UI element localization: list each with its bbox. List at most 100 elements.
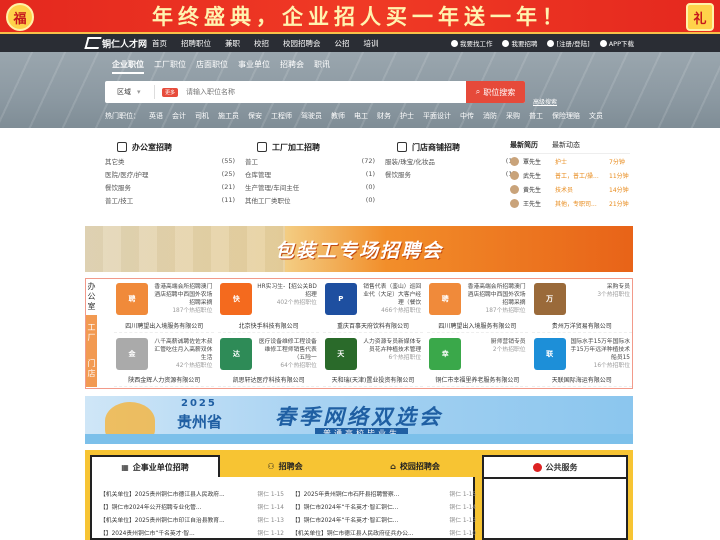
list-item-date: 铜仁 1-12 <box>257 531 284 537</box>
list-item[interactable]: 【】2025年贵州铜仁市石阡县招聘警察... 铜仁 1-15 <box>292 487 476 500</box>
tab-enterprise-recruit[interactable]: ▦ 企事业单位招聘 <box>90 455 220 477</box>
side-tab-store[interactable]: 门店 <box>86 351 97 387</box>
tab-institution[interactable]: 事业单位 <box>238 59 270 74</box>
category-title[interactable]: 办公室招聘 <box>117 140 235 154</box>
tab-store-jobs[interactable]: 店面职位 <box>196 59 228 74</box>
nav-jobs[interactable]: 招聘职位 <box>181 38 211 49</box>
hot-job-link[interactable]: 司机 <box>195 111 209 121</box>
employer-card[interactable]: 聘香港高端会所招聘澳门酒店招聘中西国外农场招聘采摘 187个热招职位 四川聘望出入境… <box>427 281 528 333</box>
nav-home[interactable]: 首页 <box>152 38 167 49</box>
employer-card[interactable]: P 销售代表（銮山）巡回业代（大足）大客户经理（餐饮 466个热招职位 重庆百事天府饮… <box>322 281 424 333</box>
list-item[interactable]: 【机关单位】铜仁市德江县人民政府征兵办公... 铜仁 1-10 <box>292 526 476 539</box>
region-select[interactable]: 区域 ▾ <box>105 85 155 99</box>
resume-job: 护士 <box>555 158 568 166</box>
list-item[interactable]: 【】铜仁市2024年“千名英才·智汇铜仁... 铜仁 1-14 <box>292 500 476 513</box>
list-item[interactable]: 【机关单位】2025贵州铜仁市德江县人民政府... 铜仁 1-15 <box>100 487 284 500</box>
hot-job-link[interactable]: 采购 <box>506 111 520 121</box>
tab-company-jobs[interactable]: 企业职位 <box>112 59 144 74</box>
hot-job-link[interactable]: 消防 <box>483 111 497 121</box>
hot-job-link[interactable]: 教师 <box>331 111 345 121</box>
category-label: 普工 <box>245 157 258 166</box>
hot-job-link[interactable]: 平面设计 <box>423 111 451 121</box>
tab-latest-updates[interactable]: 最新动态 <box>552 140 580 153</box>
nav-campus-fair[interactable]: 校园招聘会 <box>283 38 321 49</box>
hot-job-link[interactable]: 文员 <box>589 111 603 121</box>
resume-row[interactable]: 武先生 普工，普工/操... 11分钟 <box>510 168 630 182</box>
banner-province: 贵州省 <box>177 413 223 431</box>
category-title[interactable]: 工厂加工招聘 <box>257 140 375 154</box>
category-item[interactable]: 其他工厂类职位 (0) <box>245 193 375 206</box>
category-count: (21) <box>221 182 235 191</box>
employer-card[interactable]: 天人力资源专员新媒体专员花卉种植技术管理 6个热招职位 天和瑞(天津)置业投资有限公… <box>322 336 424 387</box>
hot-job-link[interactable]: 保险理赔 <box>552 111 580 121</box>
promo-banner[interactable]: 福 年终盛典，企业招人买一年送一年！ 礼 <box>0 0 720 34</box>
public-service-title[interactable]: 公共服务 <box>484 457 626 479</box>
hot-job-link[interactable]: 电工 <box>354 111 368 121</box>
category-item[interactable]: 生产管理/车间主任 (0) <box>245 180 375 193</box>
employer-card[interactable]: 联国际水手15万年国际水手15万年远洋种植技术船员15 16个热招职位 天联国际海运… <box>531 336 632 387</box>
more-badge[interactable]: 更多 <box>162 87 179 97</box>
hot-job-link[interactable]: 英语 <box>149 111 163 121</box>
tab-factory-jobs[interactable]: 工厂职位 <box>154 59 186 74</box>
category-item[interactable]: 仓库管理 (1) <box>245 167 375 180</box>
category-item[interactable]: 服装/珠宝/化妆品(1) <box>385 154 515 167</box>
site-logo[interactable]: 铜仁人才网 <box>84 34 147 52</box>
packaging-fair-banner[interactable]: 包装工专场招聘会 <box>85 226 633 272</box>
nav-campus[interactable]: 校招 <box>254 38 269 49</box>
nav-parttime[interactable]: 兼职 <box>225 38 240 49</box>
list-item[interactable]: 【】2024贵州铜仁市“千名英才·智... 铜仁 1-12 <box>100 526 284 539</box>
employer-card[interactable]: 聘香港高端会所招聘澳门酒店招聘中西国外农场招聘采摘 187个热招职位 四川聘望出入境… <box>114 281 215 333</box>
hot-job-link[interactable]: 普工 <box>529 111 543 121</box>
employer-card[interactable]: 万 采购专员 3个热招职位 贵州万洋贸易有限公司 <box>531 281 632 333</box>
list-item[interactable]: 【】铜仁市2024年“千名英才·智汇铜仁... 铜仁 1-13 <box>292 513 476 526</box>
tab-latest-resumes[interactable]: 最新简历 <box>510 140 538 153</box>
category-label: 餐饮服务 <box>105 183 131 192</box>
category-item[interactable]: 医院/医疗/护理 (25) <box>105 167 235 180</box>
resume-row[interactable]: 覃先生 护士 7分钟 <box>510 154 630 168</box>
hot-job-link[interactable]: 驾驶员 <box>301 111 322 121</box>
employer-card[interactable]: 幸厨师营销专员 2个热招职位 铜仁市幸福里养老服务有限公司 <box>427 336 528 387</box>
employer-card[interactable]: 达医疗设备维修工程设备维修工程师销售代表（五险一 64个热招职位 凯思轩达医疗科技有… <box>218 336 319 387</box>
resume-row[interactable]: 黄先生 技术员 14分钟 <box>510 182 630 196</box>
search-input[interactable] <box>186 88 447 96</box>
employer-card[interactable]: 快 HR实习生-【招公关BD招理 402个热招职位 北京快手科技有限公司 <box>218 281 319 333</box>
hot-job-link[interactable]: 财务 <box>377 111 391 121</box>
list-item[interactable]: 【机关单位】2025贵州铜仁市印江自治县教育... 铜仁 1-13 <box>100 513 284 526</box>
nav-training[interactable]: 培训 <box>364 38 379 49</box>
list-item[interactable]: 【】铜仁市2024年公开招聘专业化管... 铜仁 1-14 <box>100 500 284 513</box>
hot-job-link[interactable]: 护士 <box>400 111 414 121</box>
search-button[interactable]: ⌕ 职位搜索 <box>466 81 525 103</box>
app-download-link[interactable]: APP下载 <box>599 38 634 48</box>
spring-fair-banner[interactable]: 2025 贵州省 春季网络双选会 普通高校毕业生 <box>85 396 633 444</box>
category-item[interactable]: 餐饮服务 (21) <box>105 180 235 193</box>
login-link[interactable]: [注册/登陆] <box>547 38 590 48</box>
tab-campus-fairs[interactable]: ⌂ 校园招聘会 <box>350 455 480 477</box>
hot-job-link[interactable]: 会计 <box>172 111 186 121</box>
hot-job-link[interactable]: 工程师 <box>271 111 292 121</box>
side-tab-factory[interactable]: 工厂 <box>86 315 97 351</box>
category-item[interactable]: 普工/技工 (11) <box>105 193 235 206</box>
employer-card[interactable]: 金八千高薪诚聘佐佐木叔汇管吃住月入高薪双休生活 42个热招职位 陕西金辉人力资源有限… <box>114 336 215 387</box>
job-categories: 办公室招聘 其它类 (55) 医院/医疗/护理 (25) 餐饮服务 (21) 普工/技… <box>100 140 515 225</box>
hot-job-link[interactable]: 施工员 <box>218 111 239 121</box>
recruit-link[interactable]: 我要招聘 <box>502 38 537 48</box>
category-title[interactable]: 门店商铺招聘 <box>397 140 515 154</box>
tab-job-fair[interactable]: 招聘会 <box>280 59 304 74</box>
tab-news[interactable]: 职讯 <box>314 59 330 74</box>
find-job-link[interactable]: 我要找工作 <box>450 38 492 48</box>
resume-row[interactable]: 王先生 其他，专职司... 21分钟 <box>510 196 630 210</box>
nav-public-recruit[interactable]: 公招 <box>335 38 350 49</box>
hot-job-link[interactable]: 保安 <box>248 111 262 121</box>
employer-job-count: 402个热招职位 <box>276 300 317 306</box>
category-item[interactable]: 普工 (72) <box>245 154 375 167</box>
category-item[interactable]: 餐饮服务(1) <box>385 167 515 180</box>
category-item[interactable]: 其它类 (55) <box>105 154 235 167</box>
advanced-search-link[interactable]: 高级搜索 <box>533 97 557 106</box>
company-logo: 天 <box>324 337 357 370</box>
banner-subtitle: 普通高校毕业生 <box>315 428 408 439</box>
hot-job-link[interactable]: 中传 <box>460 111 474 121</box>
side-tab-office[interactable]: 办公室 <box>86 279 97 315</box>
resume-job: 普工，普工/操... <box>555 172 599 180</box>
tab-job-fairs[interactable]: ⚇ 招聘会 <box>220 455 350 477</box>
company-logo: 万 <box>533 283 566 315</box>
